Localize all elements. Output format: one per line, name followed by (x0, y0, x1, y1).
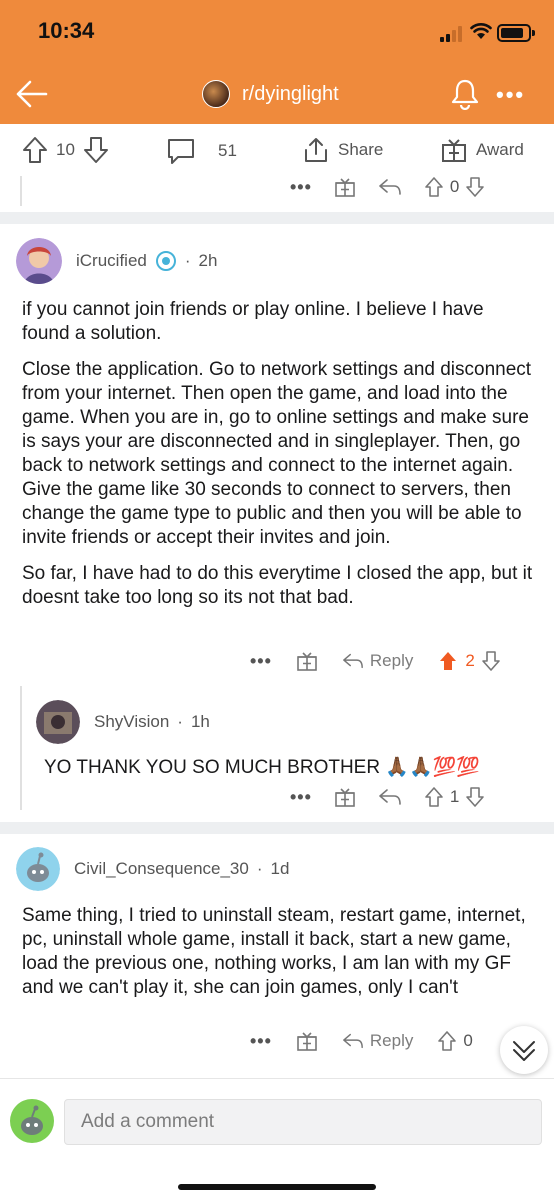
thread-line (20, 686, 22, 810)
chevron-double-down-icon (513, 1041, 535, 1061)
comment-icon (168, 139, 194, 164)
upvote-icon[interactable] (437, 650, 459, 672)
comment-paragraph: Close the application. Go to network set… (22, 359, 532, 548)
status-time: 10:34 (38, 18, 95, 43)
avatar[interactable] (36, 700, 80, 744)
comment-text: Same thing, I tried to uninstall steam, … (22, 905, 526, 998)
subreddit-avatar (202, 80, 230, 108)
post-vote-count: 10 (56, 140, 75, 159)
more-icon[interactable]: ••• (290, 177, 312, 198)
app-header: 10:34 r/dyinglight ••• (0, 0, 554, 124)
post-comment-count: 51 (218, 141, 237, 160)
vote-group: 1 (424, 786, 485, 808)
subreddit-link[interactable]: r/dyinglight (202, 80, 339, 108)
upvote-icon[interactable] (424, 176, 444, 198)
comment-author[interactable]: Civil_Consequence_30 (74, 859, 249, 879)
comment-input[interactable]: Add a comment (64, 1099, 542, 1145)
more-icon[interactable]: ••• (250, 651, 272, 672)
divider (0, 822, 554, 834)
more-icon[interactable]: ••• (250, 1031, 272, 1052)
comment-paragraph: So far, I have had to do this everytime … (22, 563, 533, 608)
comment-composer: Add a comment (0, 1078, 554, 1200)
post-vote-group: 10 (22, 136, 109, 164)
bell-icon[interactable] (450, 78, 480, 110)
reply-button[interactable]: Reply (342, 1031, 413, 1051)
gift-icon[interactable] (334, 786, 356, 808)
award-button[interactable]: Award (440, 136, 524, 164)
upvote-icon[interactable] (424, 786, 444, 808)
vote-group: 2 (437, 650, 500, 672)
thread-line (20, 176, 22, 206)
next-comment-button[interactable] (500, 1026, 548, 1074)
subreddit-name: r/dyinglight (242, 82, 339, 105)
status-bar: 10:34 (0, 0, 554, 64)
reply-icon (343, 1033, 363, 1049)
avatar[interactable] (16, 847, 60, 891)
gift-icon[interactable] (296, 1030, 318, 1052)
reply-icon (343, 653, 363, 669)
comment-body: if you cannot join friends or play onlin… (22, 298, 534, 622)
comment-header: iCrucified · 2h (16, 238, 217, 284)
reply-icon[interactable] (378, 178, 402, 196)
post-action-bar: 10 51 Share Award (0, 124, 554, 176)
share-button[interactable]: Share (302, 136, 383, 164)
reply-icon[interactable] (378, 788, 402, 806)
reply-label: Reply (369, 651, 414, 670)
wifi-icon (470, 23, 492, 39)
avatar[interactable] (16, 238, 62, 284)
comment-actions: ••• 1 (290, 786, 485, 808)
avatar[interactable] (10, 1099, 54, 1143)
more-icon[interactable]: ••• (290, 787, 312, 808)
share-label: Share (338, 140, 384, 159)
gift-icon[interactable] (296, 650, 318, 672)
home-indicator (178, 1184, 376, 1190)
more-icon[interactable]: ••• (496, 82, 525, 108)
upvote-icon[interactable] (437, 1030, 457, 1052)
downvote-icon[interactable] (465, 176, 485, 198)
comment-actions: ••• Reply 0 (250, 1030, 473, 1052)
comment-header: Civil_Consequence_30 · 1d (16, 847, 289, 891)
comment-age: 2h (198, 251, 218, 270)
nav-bar: r/dyinglight ••• (0, 64, 554, 124)
signal-icon (440, 26, 462, 42)
vote-count: 0 (449, 177, 460, 196)
gift-icon[interactable] (334, 176, 356, 198)
comment-age: 1d (270, 859, 290, 878)
downvote-icon[interactable] (465, 786, 485, 808)
vote-group: 0 (424, 176, 485, 198)
flair-icon (155, 251, 176, 271)
reply-label: Reply (369, 1031, 414, 1050)
comment-paragraph: if you cannot join friends or play onlin… (22, 299, 484, 344)
comment-author[interactable]: iCrucified (76, 251, 147, 271)
upvote-icon[interactable] (22, 136, 48, 164)
share-icon (305, 138, 327, 162)
comment-header: ShyVision · 1h (36, 700, 210, 744)
award-label: Award (476, 140, 524, 159)
comment-text: YO THANK YOU SO MUCH BROTHER 🙏🏾🙏🏾💯💯 (44, 757, 480, 778)
divider (0, 212, 554, 224)
post-comments-button[interactable]: 51 (166, 136, 237, 166)
vote-group: 0 (437, 1030, 473, 1052)
back-arrow-icon[interactable] (14, 76, 50, 112)
downvote-icon[interactable] (83, 136, 109, 164)
gift-icon (442, 139, 466, 162)
comment-body: Same thing, I tried to uninstall steam, … (22, 904, 534, 1012)
reply-button[interactable]: Reply (342, 651, 413, 671)
battery-icon (497, 24, 535, 42)
vote-count: 2 (465, 651, 475, 670)
comment-actions: ••• Reply 2 (250, 650, 501, 672)
comment-actions: ••• 0 (290, 176, 485, 198)
comment-age: 1h (190, 712, 210, 731)
comment-author[interactable]: ShyVision (94, 712, 169, 732)
downvote-icon[interactable] (481, 650, 501, 672)
vote-count: 0 (463, 1031, 473, 1050)
vote-count: 1 (449, 787, 460, 806)
